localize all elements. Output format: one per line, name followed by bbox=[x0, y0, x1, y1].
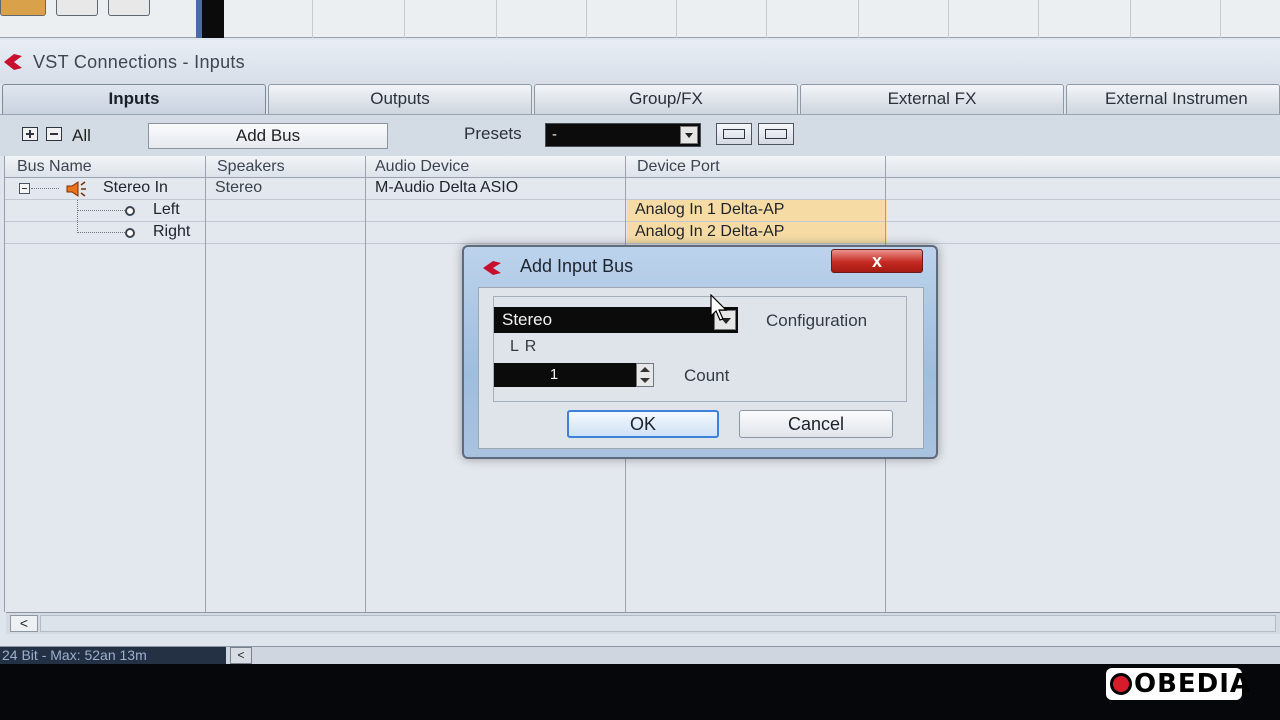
ruler-gridline bbox=[312, 0, 313, 38]
tab-outputs[interactable]: Outputs bbox=[268, 84, 532, 114]
chevron-down-icon[interactable] bbox=[680, 126, 698, 144]
tab-inputs[interactable]: Inputs bbox=[2, 84, 266, 114]
ruler-gridline bbox=[404, 0, 405, 38]
tool-button[interactable] bbox=[108, 0, 150, 16]
column-divider[interactable] bbox=[205, 156, 206, 612]
tool-button[interactable] bbox=[56, 0, 98, 16]
toolbar: All Add Bus Presets - bbox=[0, 114, 1280, 156]
count-field[interactable]: 1 bbox=[494, 363, 636, 387]
count-stepper[interactable] bbox=[636, 363, 654, 387]
ruler-gridline bbox=[948, 0, 949, 38]
ruler-gridline bbox=[586, 0, 587, 38]
table-row[interactable]: Right Analog In 2 Delta-AP bbox=[5, 212, 1280, 244]
device-port-cell[interactable]: Analog In 2 Delta-AP bbox=[627, 222, 887, 243]
column-audio-device[interactable]: Audio Device bbox=[375, 158, 469, 176]
window-titlebar[interactable]: VST Connections - Inputs bbox=[0, 40, 1280, 84]
tab-external-fx[interactable]: External FX bbox=[800, 84, 1064, 114]
table-row[interactable]: Stereo In Stereo M-Audio Delta ASIO bbox=[5, 178, 1280, 200]
configuration-label: Configuration bbox=[766, 311, 868, 330]
store-preset-icon[interactable] bbox=[716, 123, 752, 145]
bus-name: Stereo In bbox=[103, 179, 168, 196]
cubase-logo-icon bbox=[483, 261, 501, 275]
close-button[interactable]: x bbox=[831, 249, 923, 273]
logo-circle-icon bbox=[1110, 673, 1132, 695]
tab-external-instruments[interactable]: External Instrumen bbox=[1066, 84, 1280, 114]
ruler-gridline bbox=[1220, 0, 1221, 38]
count-label: Count bbox=[684, 366, 730, 385]
cubase-logo-icon bbox=[4, 54, 22, 70]
channel-pin-icon bbox=[125, 228, 135, 238]
add-input-bus-dialog: Add Input Bus x OK Cancel Stereo Configu… bbox=[462, 245, 938, 459]
ruler-gridline bbox=[1130, 0, 1131, 38]
status-strip: 24 Bit - Max: 52an 13m < bbox=[0, 646, 1280, 664]
presets-label: Presets bbox=[464, 124, 522, 143]
collapse-icon[interactable] bbox=[19, 183, 30, 194]
add-bus-button[interactable]: Add Bus bbox=[148, 123, 388, 149]
expand-all-icon[interactable] bbox=[22, 127, 38, 141]
speaker-icon bbox=[66, 181, 86, 197]
channel-name: Right bbox=[153, 223, 191, 240]
ruler-gridline bbox=[766, 0, 767, 38]
channel-pin-icon bbox=[125, 206, 135, 216]
brand-name: OBEDIA bbox=[1134, 669, 1252, 699]
tab-bar: Inputs Outputs Group/FX External FX Exte… bbox=[0, 84, 1280, 114]
status-arrow-button[interactable]: < bbox=[230, 647, 252, 664]
table-row[interactable]: Left Analog In 1 Delta-AP bbox=[5, 200, 1280, 222]
cancel-button[interactable]: Cancel bbox=[739, 410, 893, 438]
column-speakers[interactable]: Speakers bbox=[217, 158, 285, 176]
all-label: All bbox=[72, 126, 91, 145]
record-format-status: 24 Bit - Max: 52an 13m bbox=[0, 647, 226, 664]
scroll-left-button[interactable]: < bbox=[10, 615, 38, 632]
dialog-title: Add Input Bus bbox=[520, 256, 634, 276]
audio-device-value: M-Audio Delta ASIO bbox=[375, 179, 519, 196]
scroll-thumb[interactable] bbox=[40, 615, 1276, 632]
column-bus-name[interactable]: Bus Name bbox=[17, 158, 92, 176]
tree-connector bbox=[77, 200, 125, 211]
column-divider[interactable] bbox=[365, 156, 366, 612]
presets-dropdown[interactable]: - bbox=[545, 123, 701, 147]
device-port-cell[interactable]: Analog In 1 Delta-AP bbox=[627, 200, 887, 221]
obedia-logo: OBEDIA bbox=[1106, 668, 1250, 700]
table-header: Bus Name Speakers Audio Device Device Po… bbox=[5, 156, 1280, 178]
tab-group-fx[interactable]: Group/FX bbox=[534, 84, 798, 114]
column-device-port[interactable]: Device Port bbox=[637, 158, 720, 176]
tree-connector bbox=[31, 178, 59, 189]
bottom-bar bbox=[0, 664, 1280, 720]
arrange-toolbar-strip bbox=[0, 0, 1280, 38]
speakers-value: Stereo bbox=[215, 179, 263, 196]
presets-value: - bbox=[552, 126, 557, 143]
horizontal-scrollbar[interactable]: < bbox=[6, 612, 1280, 634]
arrange-ruler-marker bbox=[196, 0, 224, 38]
collapse-all-icon[interactable] bbox=[46, 127, 62, 141]
device-port-value: Analog In 1 Delta-AP bbox=[635, 201, 785, 218]
channels-label: L R bbox=[510, 338, 538, 355]
device-port-value: Analog In 2 Delta-AP bbox=[635, 223, 785, 240]
tree-connector bbox=[77, 212, 125, 233]
ruler-gridline bbox=[676, 0, 677, 38]
remove-preset-icon[interactable] bbox=[758, 123, 794, 145]
ruler-gridline bbox=[858, 0, 859, 38]
channel-name: Left bbox=[153, 201, 180, 218]
mouse-cursor-icon bbox=[710, 294, 728, 321]
ruler-gridline bbox=[496, 0, 497, 38]
ok-button[interactable]: OK bbox=[567, 410, 719, 438]
ruler-gridline bbox=[1038, 0, 1039, 38]
window-title: VST Connections - Inputs bbox=[33, 52, 245, 72]
configuration-value: Stereo bbox=[502, 310, 553, 329]
tool-button[interactable] bbox=[0, 0, 46, 16]
configuration-dropdown[interactable]: Stereo bbox=[494, 307, 738, 333]
